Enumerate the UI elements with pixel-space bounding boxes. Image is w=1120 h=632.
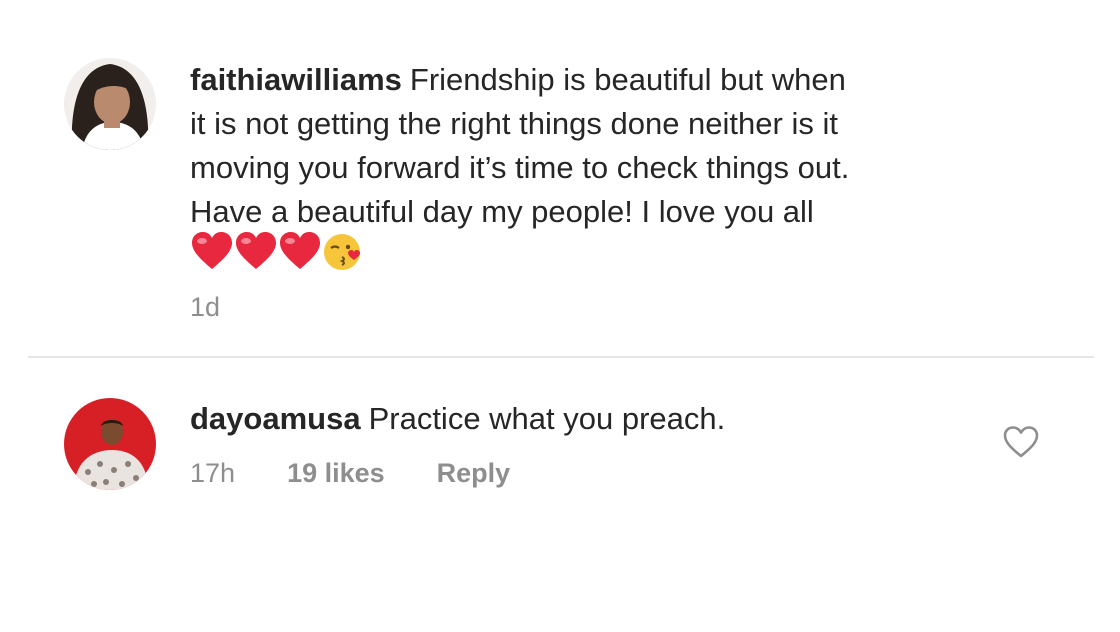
like-button[interactable]: [1002, 425, 1040, 459]
likes-count[interactable]: 19 likes: [287, 458, 385, 489]
avatar[interactable]: [64, 398, 156, 490]
comment-text: dayoamusa Practice what you preach.: [190, 397, 970, 441]
avatar[interactable]: [64, 58, 156, 150]
reply-button[interactable]: Reply: [437, 458, 511, 489]
comment-username[interactable]: dayoamusa: [190, 401, 361, 436]
heart-emoji-icon: [236, 232, 276, 269]
emoji-row: [190, 230, 364, 272]
comment-meta: 17h 19 likes Reply: [190, 458, 510, 489]
comment-text-line: Friendship is beautiful but when: [409, 62, 846, 97]
heart-emoji-icon: [192, 232, 232, 269]
heart-outline-icon: [1003, 426, 1039, 458]
comment-text-line: Practice what you preach.: [368, 401, 726, 436]
comment-timestamp[interactable]: 17h: [190, 458, 235, 489]
comment-meta: 1d: [190, 292, 220, 323]
comment-text-line: Have a beautiful day my people! I love y…: [190, 194, 814, 229]
face-blowing-kiss-emoji-icon: [324, 234, 360, 270]
divider: [28, 356, 1094, 358]
comment-username[interactable]: faithiawilliams: [190, 62, 402, 97]
comment-text-line: moving you forward it’s time to check th…: [190, 150, 850, 185]
comment-timestamp[interactable]: 1d: [190, 292, 220, 323]
heart-emoji-icon: [280, 232, 320, 269]
comment-text-line: it is not getting the right things done …: [190, 106, 838, 141]
comment-text: faithiawilliams Friendship is beautiful b…: [190, 58, 1070, 234]
